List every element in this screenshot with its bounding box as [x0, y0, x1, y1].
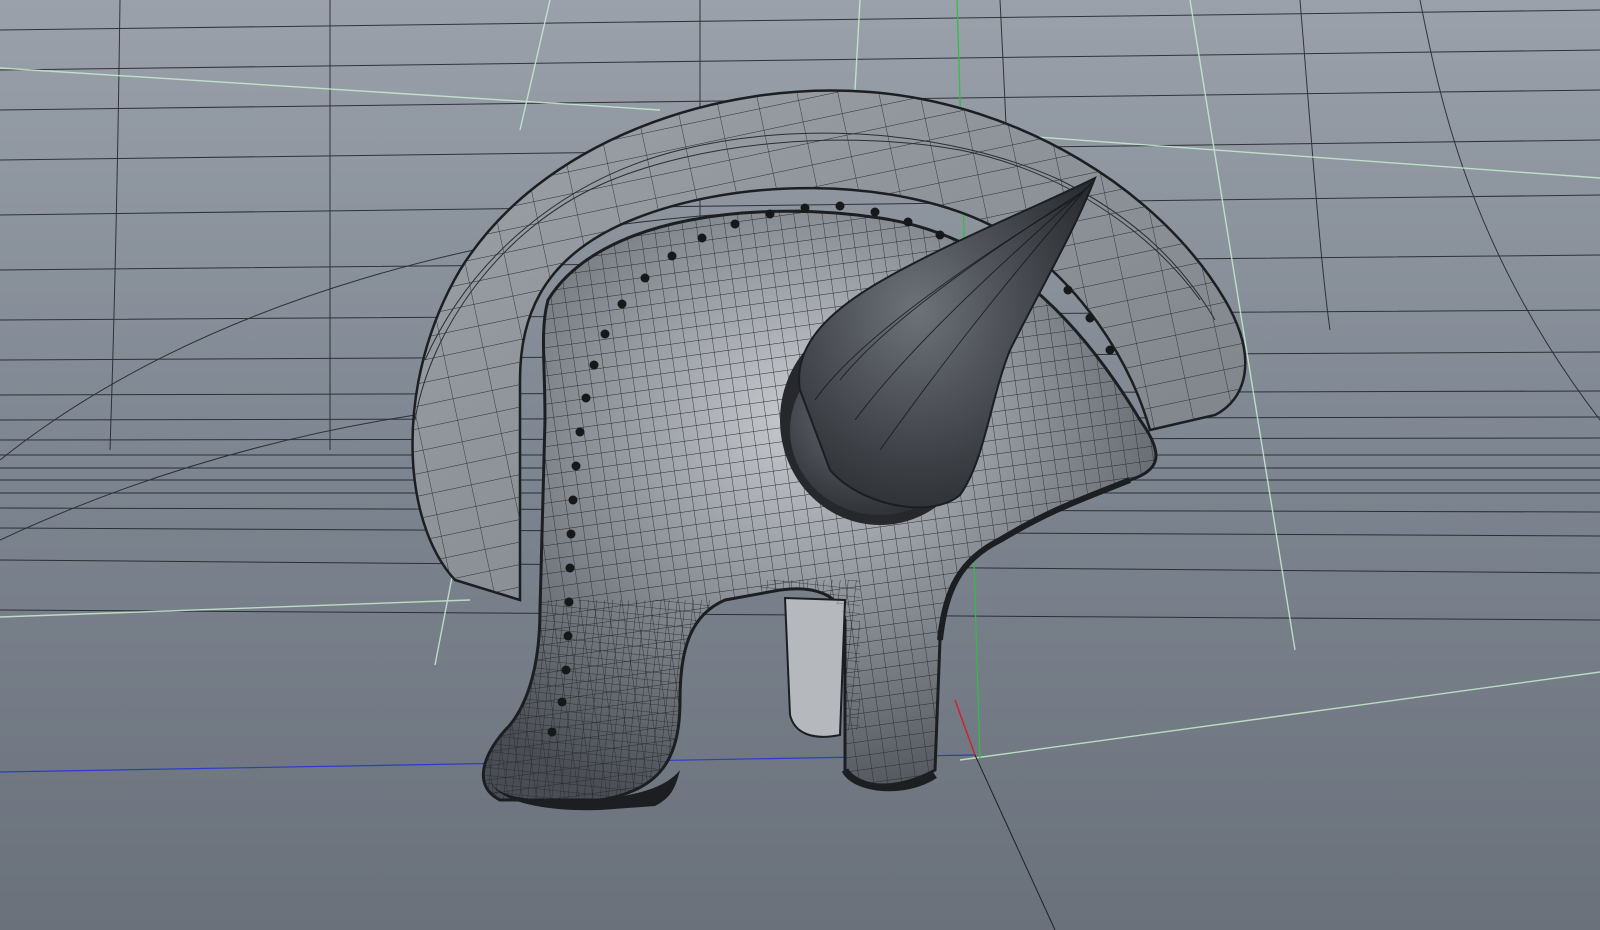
inner-cheek-guard	[783, 596, 847, 738]
3d-viewport[interactable]	[0, 0, 1600, 930]
viewport-scene[interactable]	[0, 0, 1600, 930]
